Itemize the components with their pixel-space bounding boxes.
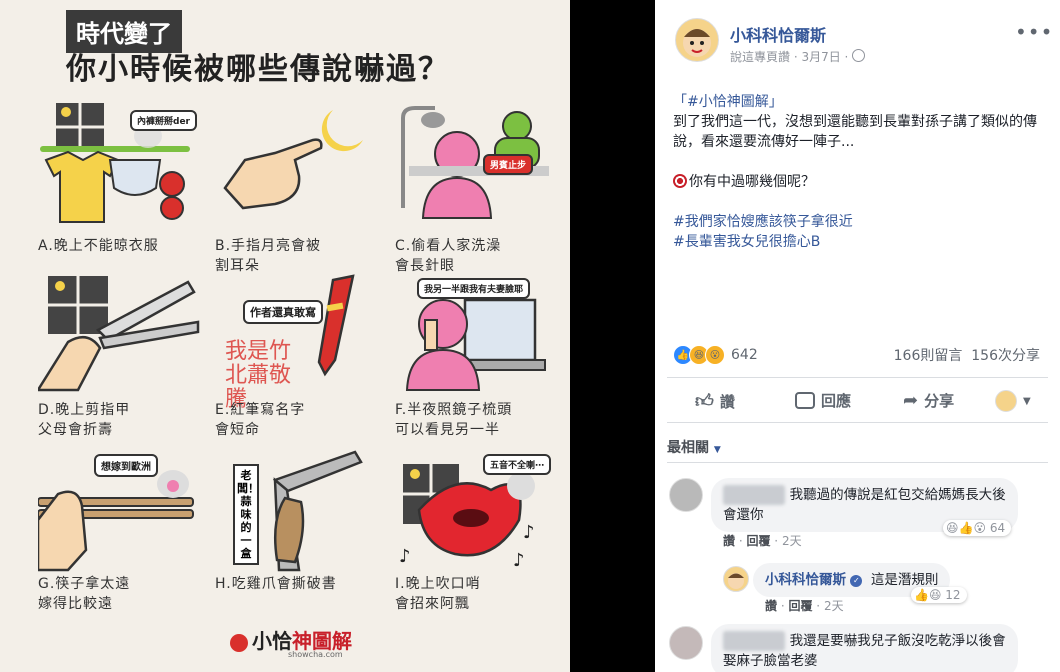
shower-peek-illustration xyxy=(401,106,549,219)
share-button[interactable]: ➦ 分享 xyxy=(903,390,954,411)
commenter-name-blurred[interactable]: ██████ xyxy=(723,631,786,651)
page-avatar[interactable] xyxy=(675,18,719,62)
viewer-backdrop xyxy=(570,0,655,672)
divider xyxy=(667,377,1048,378)
poster-logo-sub: showcha.com xyxy=(288,650,343,659)
caption-e: E.紅筆寫名字 會短命 xyxy=(215,402,306,438)
reply-time[interactable]: 2天 xyxy=(824,599,844,613)
chevron-down-icon: ▼ xyxy=(1023,395,1031,407)
wow-reaction-icon: 😮 xyxy=(973,521,986,535)
bubble-e: 作者還真敢寫 xyxy=(243,300,323,324)
bubble-f: 我另一半跟我有夫妻臉耶 xyxy=(417,278,531,299)
finger-moon-illustration xyxy=(223,110,363,210)
comment-actions: 讚 · 回覆 · 2天 xyxy=(723,534,802,548)
comment-reactions[interactable]: 😆 👍 😮 64 xyxy=(943,520,1012,536)
globe-icon[interactable] xyxy=(852,49,866,62)
panel-a: 內褲掰掰der A.晚上不能晾衣服 xyxy=(38,98,208,273)
like-reaction-icon: 👍 xyxy=(958,521,974,535)
post-text: 「#小恰神圖解」 到了我們這一代，沒想到還能聽到長輩對孫子講了類似的傳說，看來還… xyxy=(673,92,1043,252)
bubble-h: 老闆！蒜味的一盒 xyxy=(233,464,259,565)
engagement-counts: 166則留言 156次分享 xyxy=(894,345,1040,365)
haha-reaction-icon: 😆 xyxy=(928,588,942,602)
comments-count-link[interactable]: 166則留言 xyxy=(894,348,963,364)
reply-reactions[interactable]: 👍 😆 12 xyxy=(911,587,967,603)
comment-sort-dropdown[interactable]: 最相關 ▼ xyxy=(667,437,721,457)
divider xyxy=(667,462,1048,463)
panel-g: 想嫁到歐洲 G.筷子拿太遠 嫁得比較遠 xyxy=(36,450,208,625)
comment-reply-link[interactable]: 回覆 xyxy=(746,534,770,548)
caption-h: H.吃雞爪會撕破書 xyxy=(215,576,337,592)
commenter-avatar[interactable] xyxy=(669,478,703,512)
reply-like-link[interactable]: 讚 xyxy=(765,599,777,613)
comment-bubble-icon xyxy=(795,392,815,409)
bubble-i: 五音不全喇⋯ xyxy=(483,454,552,475)
panel-f: 我另一半跟我有夫妻臉耶 F.半夜照鏡子梳頭 可以看見另一半 xyxy=(395,270,565,445)
bubble-g: 想嫁到歐洲 xyxy=(94,454,158,477)
page-name-link[interactable]: 小科科恰爾斯 xyxy=(730,22,826,46)
panel-c: 男賓止步 C.偷看人家洗澡 會長針眼 xyxy=(395,98,565,274)
post-image[interactable]: 時代變了 你小時候被哪些傳說嚇過？ 內褲掰掰der A.晚上不能晾衣服 B.手指… xyxy=(0,0,570,672)
reply-avatar[interactable] xyxy=(723,566,749,592)
comment-button[interactable]: 回應 xyxy=(795,390,851,411)
share-arrow-icon: ➦ xyxy=(903,390,919,411)
verified-badge-icon: ✓ xyxy=(850,575,863,587)
reply-author-link[interactable]: 小科科恰爾斯 xyxy=(765,572,846,588)
post-meta: 說這專頁讚 · 3月7日 · xyxy=(730,48,866,65)
reaction-count: 642 xyxy=(731,347,758,363)
reply-actions: 讚 · 回覆 · 2天 xyxy=(765,599,844,613)
shares-count-link[interactable]: 156次分享 xyxy=(971,348,1040,364)
caption-a: A.晚上不能晾衣服 xyxy=(38,238,159,254)
poster-title: 你小時候被哪些傳說嚇過？ xyxy=(66,52,450,87)
hashtag-link[interactable]: 「#小恰神圖解」 xyxy=(673,92,1043,112)
bubble-c: 男賓止步 xyxy=(483,154,534,175)
like-button[interactable]: 👍︎ 讚 xyxy=(695,390,735,412)
svg-text:♪: ♪ xyxy=(513,550,525,571)
react-as-selector[interactable]: ▼ xyxy=(995,390,1031,412)
caption-d: D.晚上剪指甲 父母會折壽 xyxy=(38,402,131,438)
haha-reaction-icon: 😆 xyxy=(946,521,959,535)
more-options-icon[interactable]: ••• xyxy=(1015,20,1053,44)
like-reaction-icon: 👍 xyxy=(914,588,929,602)
user-avatar xyxy=(995,390,1017,412)
thumbs-up-icon: 👍︎ xyxy=(695,391,714,412)
wow-reaction-icon: 😮 xyxy=(705,345,725,365)
comment-bubble: ██████ 我還是要嚇我兒子飯沒吃乾淨以後會娶麻子臉當老婆 xyxy=(711,624,1018,672)
caption-g: G.筷子拿太遠 嫁得比較遠 xyxy=(38,576,131,612)
comment-like-link[interactable]: 讚 xyxy=(723,534,735,548)
panel-h: 老闆！蒜味的一盒 H.吃雞爪會撕破書 xyxy=(215,450,385,625)
target-emoji-icon xyxy=(673,174,687,188)
comment-time[interactable]: 2天 xyxy=(782,534,802,548)
reply-reply-link[interactable]: 回覆 xyxy=(788,599,812,613)
svg-text:♪: ♪ xyxy=(399,546,411,567)
caret-down-icon: ▼ xyxy=(713,445,721,455)
mascot-face-icon xyxy=(728,573,744,589)
caption-i: I.晚上吹口哨 會招來阿飄 xyxy=(395,576,481,612)
reply-text: 這是潛規則 xyxy=(870,572,939,588)
mascot-face-icon xyxy=(683,29,711,57)
caption-f: F.半夜照鏡子梳頭 可以看見另一半 xyxy=(395,402,513,438)
commenter-name-blurred[interactable]: ██████ xyxy=(723,485,786,505)
post-panel: 小科科恰爾斯 說這專頁讚 · 3月7日 · ••• 「#小恰神圖解」 到了我們這… xyxy=(655,0,1060,672)
commenter-avatar[interactable] xyxy=(669,626,703,660)
reaction-summary[interactable]: 👍 😆 😮 642 xyxy=(673,345,758,365)
svg-text:♪: ♪ xyxy=(523,522,535,543)
panel-e: 作者還真敢寫 我是竹北蕭敬騰 E.紅筆寫名字 會短命 xyxy=(215,270,385,445)
bubble-a: 內褲掰掰der xyxy=(130,110,197,131)
panel-b: B.手指月亮會被 割耳朵 xyxy=(215,98,385,274)
post-body: 到了我們這一代，沒想到還能聽到長輩對孫子講了類似的傳說，看來還要流傳好一陣子..… xyxy=(673,114,1037,150)
hashtag-link[interactable]: #長輩害我女兒很擔心B xyxy=(673,232,1043,252)
divider xyxy=(667,422,1048,423)
post-question: 你有中過哪幾個呢？ xyxy=(689,174,815,190)
panel-d: D.晚上剪指甲 父母會折壽 xyxy=(35,270,208,445)
logo-mascot-icon xyxy=(230,633,248,652)
nail-clipper-illustration xyxy=(35,276,200,392)
hashtag-link[interactable]: #我們家恰嫂應該筷子拿很近 xyxy=(673,212,1043,232)
panel-i: ♪ ♪ ♪ 五音不全喇⋯ I.晚上吹口哨 會招來阿飄 xyxy=(395,450,565,625)
